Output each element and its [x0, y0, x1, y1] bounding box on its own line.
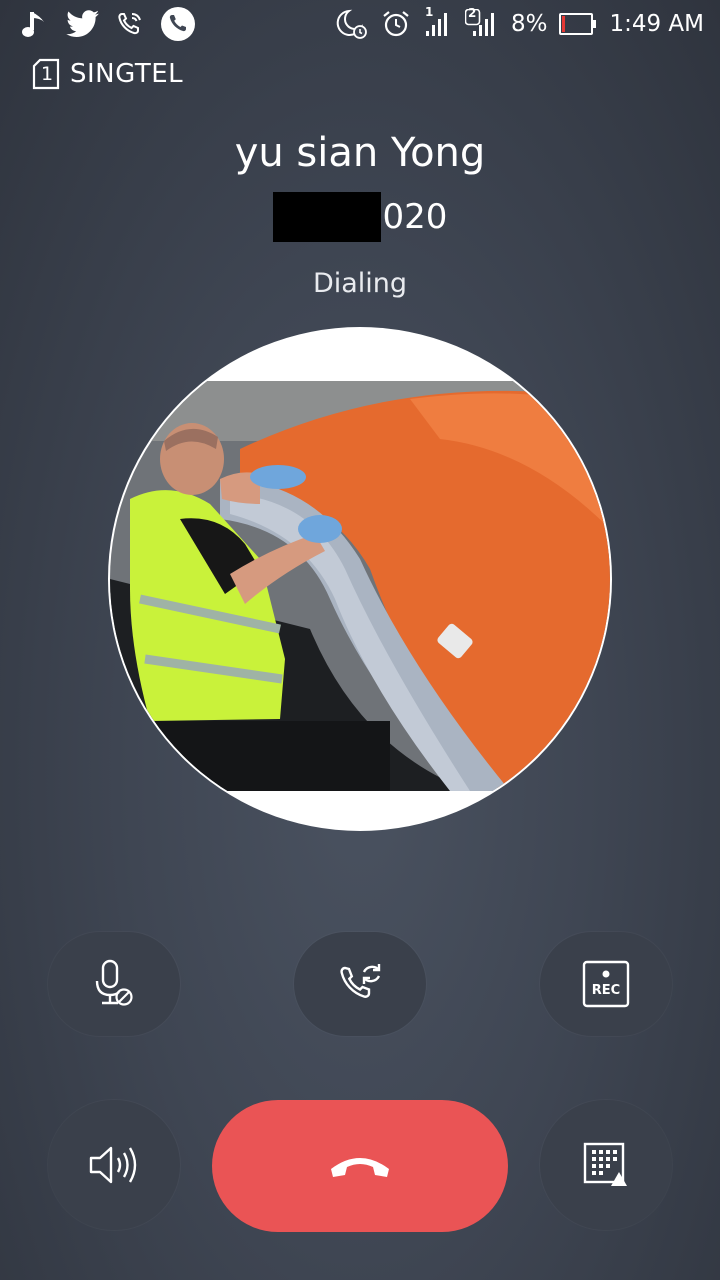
carrier-name: SINGTEL	[70, 59, 184, 89]
battery-icon	[559, 12, 597, 36]
alarm-icon	[381, 9, 411, 39]
phone-swap-icon	[336, 960, 384, 1008]
clock: 1:49 AM	[609, 11, 704, 37]
sim2-label: 2	[467, 6, 477, 20]
phone-number-suffix: 020	[382, 197, 448, 237]
switch-call-button[interactable]	[294, 932, 426, 1036]
end-call-button[interactable]	[212, 1100, 508, 1232]
wifi-calling-icon	[116, 10, 144, 38]
rec-label: REC	[591, 983, 621, 998]
signal-sim1-icon: 1	[423, 5, 453, 39]
sim-card-icon: 1	[32, 58, 60, 90]
twitter-icon	[66, 10, 100, 38]
sim1-label: 1	[424, 5, 434, 19]
call-status: Dialing	[312, 268, 408, 299]
record-button[interactable]: REC	[540, 932, 672, 1036]
redacted-block	[272, 192, 381, 242]
contact-name: yu sian Yong	[234, 130, 486, 176]
moon-icon	[335, 8, 369, 40]
battery-percent: 8%	[510, 11, 548, 37]
dialpad-icon	[583, 1142, 629, 1188]
music-note-icon	[22, 8, 50, 40]
speaker-icon	[88, 1143, 140, 1187]
mic-mute-icon	[92, 959, 136, 1009]
phone-number: 020	[0, 192, 720, 242]
status-bar: 1 2 8% 1:49 AM	[0, 0, 720, 50]
speaker-button[interactable]	[48, 1100, 180, 1230]
hang-up-icon	[327, 1151, 393, 1181]
contact-photo	[110, 329, 610, 829]
phone-icon	[160, 6, 196, 42]
mute-button[interactable]	[48, 932, 180, 1036]
signal-sim2-icon: 2	[464, 6, 499, 39]
keypad-button[interactable]	[540, 1100, 672, 1230]
record-icon: REC	[582, 960, 630, 1008]
sim-number: 1	[41, 63, 54, 85]
carrier-label: 1 SINGTEL	[32, 58, 183, 90]
